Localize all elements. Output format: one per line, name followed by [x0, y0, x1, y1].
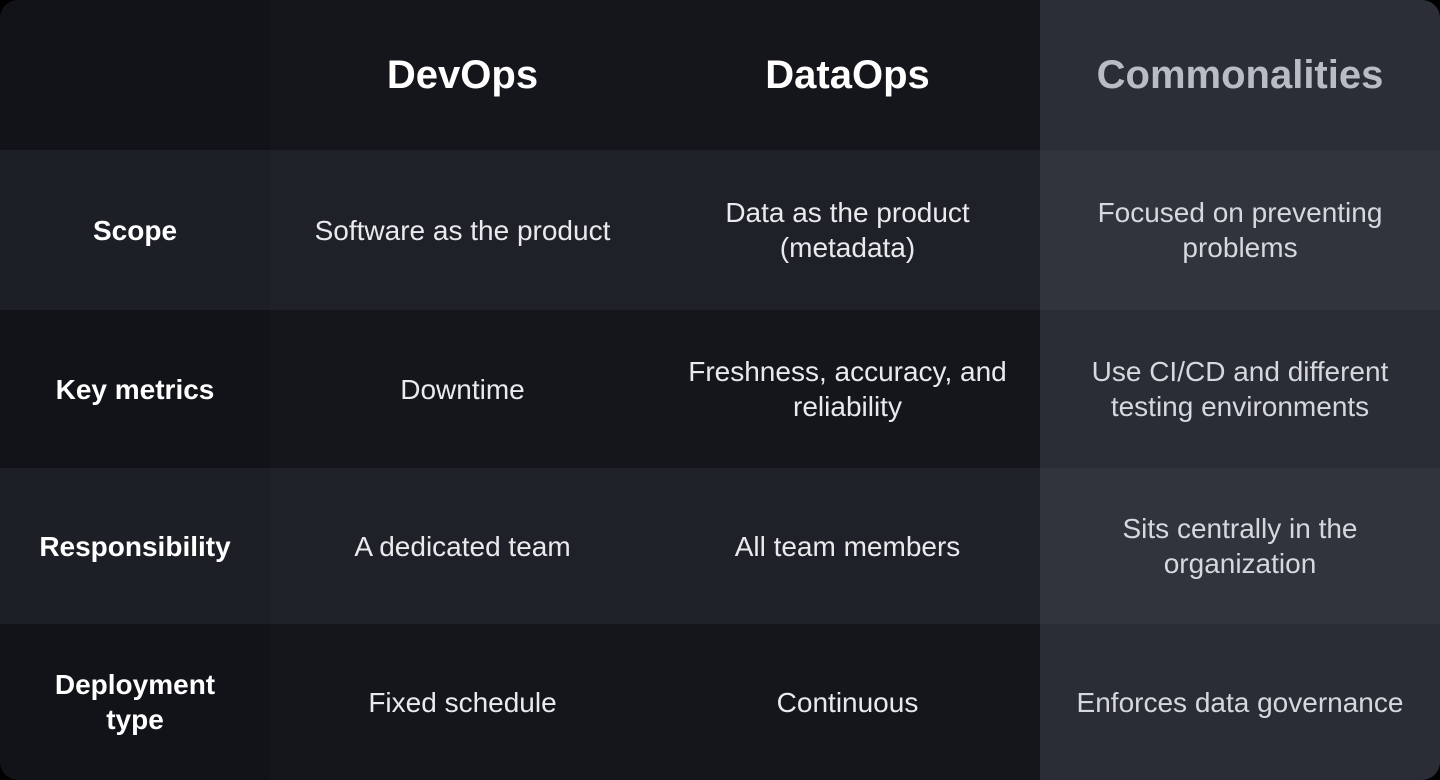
header-empty — [0, 0, 270, 150]
row-label-deployment-type: Deployment type — [0, 624, 270, 780]
header-devops: DevOps — [270, 0, 655, 150]
cell-key-metrics-commonalities: Use CI/CD and different testing environm… — [1040, 310, 1440, 468]
cell-scope-commonalities: Focused on preventing problems — [1040, 150, 1440, 310]
cell-responsibility-commonalities: Sits centrally in the organization — [1040, 468, 1440, 624]
header-dataops: DataOps — [655, 0, 1040, 150]
cell-key-metrics-dataops: Freshness, accuracy, and reliability — [655, 310, 1040, 468]
cell-scope-devops: Software as the product — [270, 150, 655, 310]
cell-deployment-type-commonalities: Enforces data governance — [1040, 624, 1440, 780]
header-commonalities: Commonalities — [1040, 0, 1440, 150]
cell-responsibility-dataops: All team members — [655, 468, 1040, 624]
row-label-responsibility: Responsibility — [0, 468, 270, 624]
cell-deployment-type-devops: Fixed schedule — [270, 624, 655, 780]
cell-key-metrics-devops: Downtime — [270, 310, 655, 468]
row-label-key-metrics: Key metrics — [0, 310, 270, 468]
cell-deployment-type-dataops: Continuous — [655, 624, 1040, 780]
cell-scope-dataops: Data as the product (metadata) — [655, 150, 1040, 310]
row-label-scope: Scope — [0, 150, 270, 310]
cell-responsibility-devops: A dedicated team — [270, 468, 655, 624]
comparison-table: DevOps DataOps Commonalities Scope Softw… — [0, 0, 1440, 780]
